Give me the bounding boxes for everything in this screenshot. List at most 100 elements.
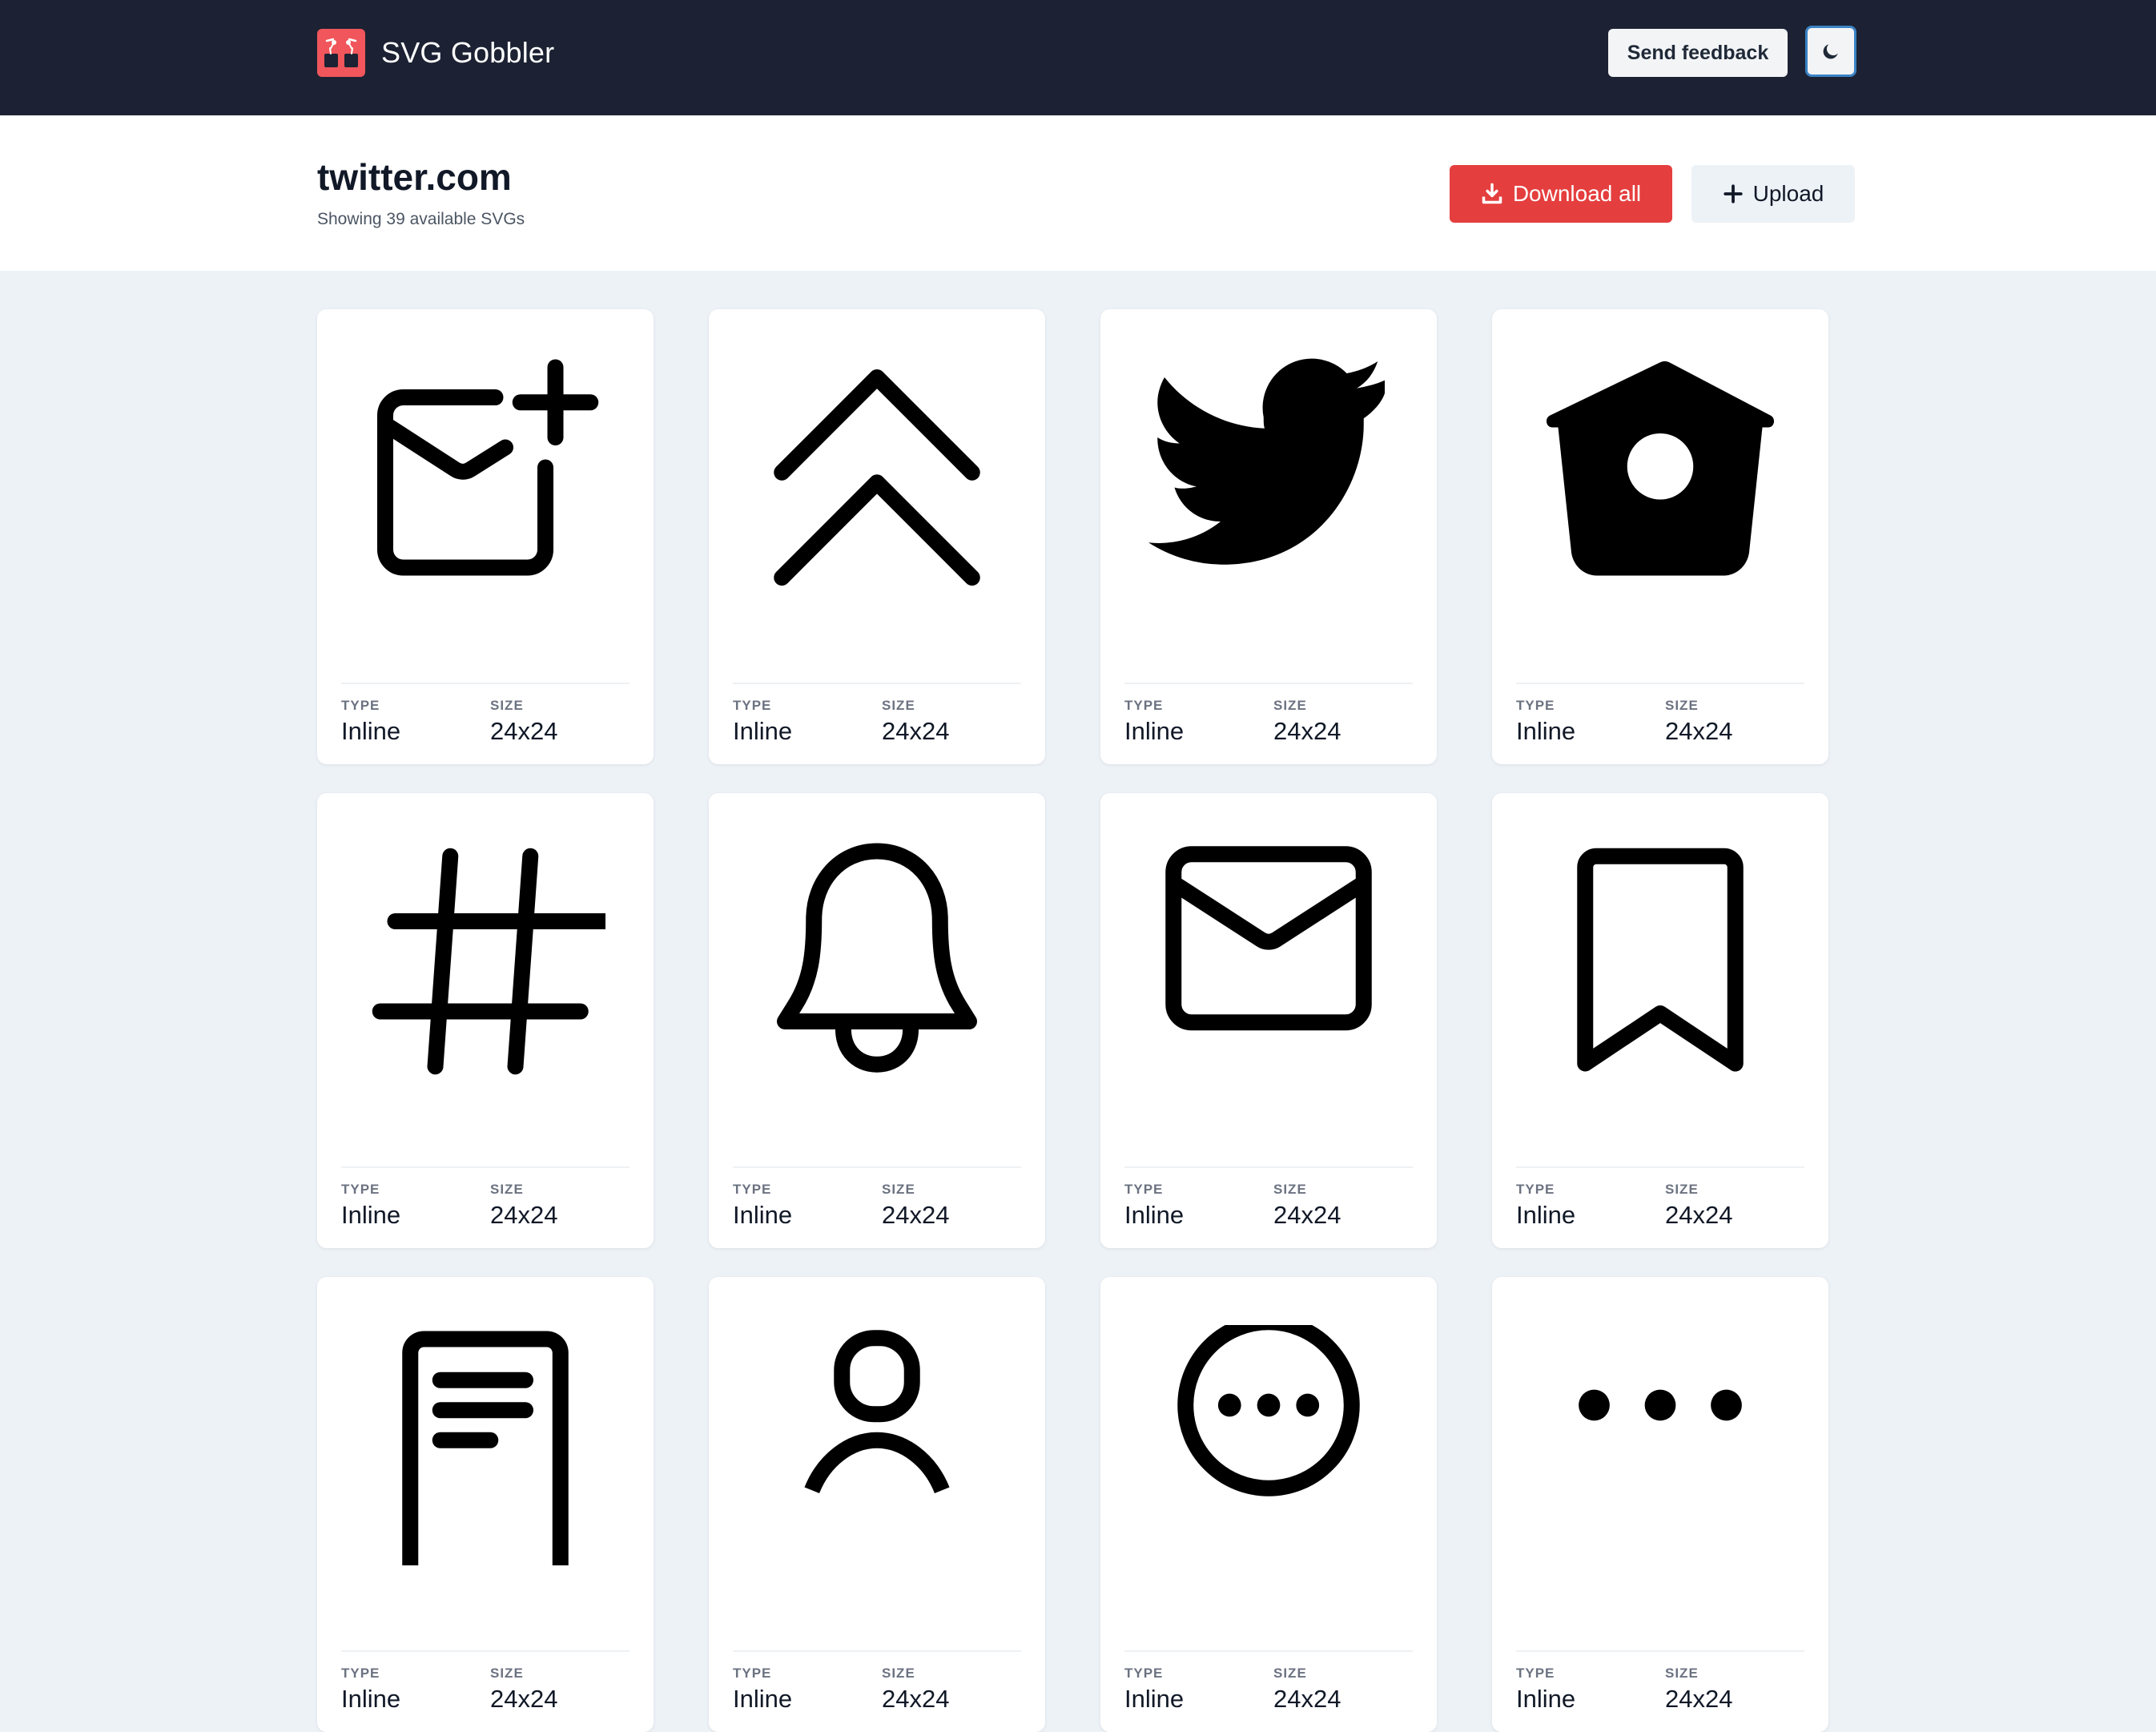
size-field: SIZE 24x24 <box>1665 1666 1732 1714</box>
svg-card[interactable]: TYPE Inline SIZE 24x24 <box>1492 1277 1828 1732</box>
upload-label: Upload <box>1752 181 1824 206</box>
size-label: SIZE <box>490 1666 524 1681</box>
card-divider <box>733 1166 1021 1168</box>
type-label: TYPE <box>1124 698 1164 713</box>
download-all-label: Download all <box>1512 181 1642 206</box>
svg-card[interactable]: TYPE Inline SIZE 24x24 <box>1492 793 1828 1248</box>
size-field: SIZE 24x24 <box>1273 1182 1341 1230</box>
type-value: Inline <box>1516 1201 1576 1229</box>
svg-preview <box>1540 357 1780 598</box>
type-label: TYPE <box>733 698 772 713</box>
size-field: SIZE 24x24 <box>1665 698 1732 746</box>
size-field: SIZE 24x24 <box>882 698 949 746</box>
type-label: TYPE <box>1124 1666 1164 1681</box>
hashtag-icon <box>372 848 605 1075</box>
document-lines-icon <box>402 1331 569 1565</box>
type-value: Inline <box>733 717 793 745</box>
type-field: TYPE Inline <box>1124 698 1184 746</box>
svg-preview <box>1148 357 1389 598</box>
size-label: SIZE <box>1273 698 1307 713</box>
card-divider <box>1516 683 1804 684</box>
svg-card[interactable]: TYPE Inline SIZE 24x24 <box>1100 309 1437 764</box>
card-divider <box>341 1166 630 1168</box>
size-label: SIZE <box>1273 1666 1307 1681</box>
brand[interactable]: SVG Gobbler <box>317 29 554 77</box>
svg-grid: TYPE Inline SIZE 24x24 TYPE Inline SIZE 24x2… <box>317 309 1828 1732</box>
size-label: SIZE <box>490 698 524 713</box>
type-field: TYPE Inline <box>341 1182 400 1230</box>
app-title: SVG Gobbler <box>381 36 555 69</box>
svg-card[interactable]: TYPE Inline SIZE 24x24 <box>1492 309 1828 764</box>
svg-preview <box>757 1325 997 1565</box>
svg-preview <box>365 357 605 598</box>
svg-preview <box>1148 1325 1389 1565</box>
type-value: Inline <box>1124 717 1185 745</box>
type-field: TYPE Inline <box>1516 698 1575 746</box>
size-value: 24x24 <box>1273 1201 1341 1229</box>
send-feedback-button[interactable]: Send feedback <box>1608 29 1788 77</box>
size-label: SIZE <box>1273 1182 1307 1197</box>
card-divider <box>733 683 1021 684</box>
download-icon <box>1482 183 1502 204</box>
svg-card[interactable]: TYPE Inline SIZE 24x24 <box>317 309 654 764</box>
size-label: SIZE <box>1665 1666 1699 1681</box>
size-field: SIZE 24x24 <box>882 1182 949 1230</box>
user-icon <box>804 1330 950 1494</box>
card-divider <box>1516 1650 1804 1652</box>
svg-card[interactable]: TYPE Inline SIZE 24x24 <box>317 1277 654 1732</box>
size-value: 24x24 <box>1273 1685 1341 1713</box>
type-label: TYPE <box>341 698 380 713</box>
svg-card[interactable]: TYPE Inline SIZE 24x24 <box>709 1277 1045 1732</box>
svg-preview <box>757 357 997 598</box>
svg-preview <box>365 1325 605 1565</box>
type-label: TYPE <box>733 1666 772 1681</box>
size-value: 24x24 <box>882 1201 950 1229</box>
size-field: SIZE 24x24 <box>1665 1182 1732 1230</box>
type-value: Inline <box>1124 1685 1185 1713</box>
size-value: 24x24 <box>1665 1685 1733 1713</box>
svg-preview <box>365 841 605 1081</box>
twitter-bird-icon <box>1148 358 1385 565</box>
size-value: 24x24 <box>1665 717 1733 745</box>
card-divider <box>1124 1650 1413 1652</box>
type-label: TYPE <box>341 1666 380 1681</box>
upload-button[interactable]: Upload <box>1691 165 1855 223</box>
size-value: 24x24 <box>882 1685 950 1713</box>
theme-toggle-button[interactable] <box>1805 26 1856 77</box>
type-label: TYPE <box>1516 1666 1555 1681</box>
type-value: Inline <box>733 1685 793 1713</box>
size-value: 24x24 <box>490 1685 558 1713</box>
size-value: 24x24 <box>490 1201 558 1229</box>
mail-plus-icon <box>377 359 599 576</box>
chevrons-up-icon <box>774 369 980 586</box>
type-value: Inline <box>1516 1685 1576 1713</box>
size-field: SIZE 24x24 <box>490 1182 557 1230</box>
type-label: TYPE <box>1124 1182 1164 1197</box>
type-field: TYPE Inline <box>341 1666 400 1714</box>
svg-card[interactable]: TYPE Inline SIZE 24x24 <box>1100 793 1437 1248</box>
svg-card[interactable]: TYPE Inline SIZE 24x24 <box>709 793 1045 1248</box>
card-divider <box>1516 1166 1804 1168</box>
type-field: TYPE Inline <box>1124 1666 1184 1714</box>
svg-card[interactable]: TYPE Inline SIZE 24x24 <box>317 793 654 1248</box>
size-label: SIZE <box>882 1666 915 1681</box>
size-field: SIZE 24x24 <box>490 698 557 746</box>
size-label: SIZE <box>1665 1182 1699 1197</box>
svg-card[interactable]: TYPE Inline SIZE 24x24 <box>1100 1277 1437 1732</box>
size-field: SIZE 24x24 <box>1273 1666 1341 1714</box>
svg-card[interactable]: TYPE Inline SIZE 24x24 <box>709 309 1045 764</box>
size-value: 24x24 <box>1273 717 1341 745</box>
type-value: Inline <box>341 1201 401 1229</box>
download-all-button[interactable]: Download all <box>1450 165 1672 223</box>
size-field: SIZE 24x24 <box>1273 698 1341 746</box>
card-divider <box>733 1650 1021 1652</box>
size-label: SIZE <box>1665 698 1699 713</box>
card-divider <box>341 1650 630 1652</box>
size-value: 24x24 <box>882 717 950 745</box>
size-field: SIZE 24x24 <box>882 1666 949 1714</box>
bookmark-icon <box>1577 848 1744 1072</box>
bell-icon <box>777 843 977 1073</box>
type-value: Inline <box>1124 1201 1185 1229</box>
card-divider <box>341 683 630 684</box>
svg-preview <box>1540 841 1780 1081</box>
